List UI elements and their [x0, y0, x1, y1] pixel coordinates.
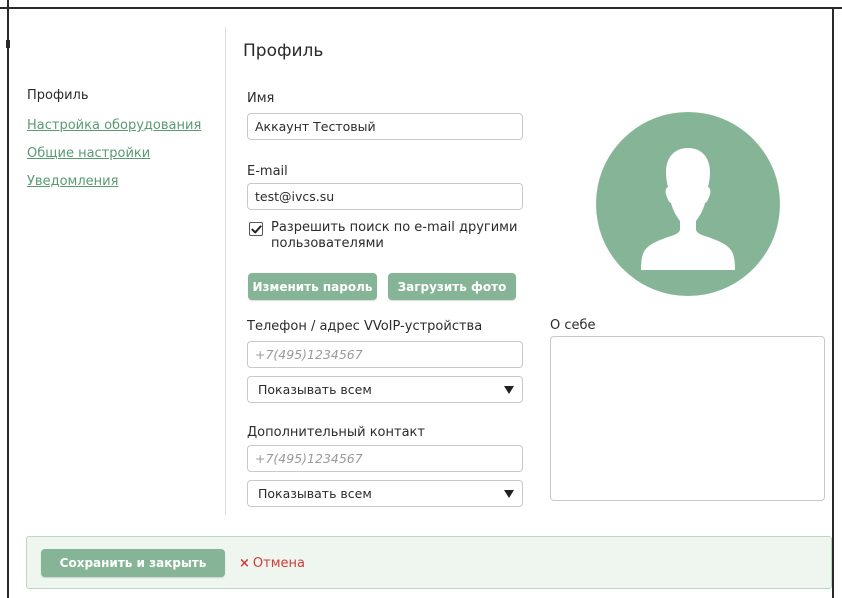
- caret-down-icon: [504, 490, 514, 498]
- sidebar-divider: [225, 27, 226, 515]
- name-label: Имя: [247, 91, 275, 106]
- close-icon: ×: [239, 556, 250, 571]
- extra-contact-label: Дополнительный контакт: [247, 425, 425, 440]
- window-border-top: [0, 7, 842, 9]
- extra-contact-input[interactable]: [247, 445, 523, 472]
- about-textarea[interactable]: [550, 336, 825, 501]
- phone-label: Телефон / адрес VVoIP-устройства: [247, 319, 483, 334]
- about-label: О себе: [550, 318, 596, 333]
- extra-contact-visibility-value: Показывать всем: [258, 486, 372, 501]
- cancel-link[interactable]: × Отмена: [239, 556, 305, 571]
- cancel-label: Отмена: [252, 556, 305, 571]
- check-icon: [250, 224, 262, 233]
- phone-visibility-select[interactable]: Показывать всем: [247, 376, 523, 403]
- phone-input[interactable]: [247, 341, 523, 368]
- avatar[interactable]: [596, 112, 780, 296]
- extra-contact-visibility-select[interactable]: Показывать всем: [247, 480, 523, 507]
- search-by-email-checkbox[interactable]: [249, 222, 263, 236]
- window-border-left: [7, 0, 9, 598]
- user-silhouette-icon: [641, 148, 735, 270]
- phone-visibility-value: Показывать всем: [258, 382, 372, 397]
- caret-down-icon: [504, 386, 514, 394]
- email-input[interactable]: [247, 183, 523, 210]
- page-title: Профиль: [243, 41, 324, 61]
- search-by-email-label: Разрешить поиск по e-mail другими пользо…: [271, 220, 518, 251]
- save-and-close-button[interactable]: Сохранить и закрыть: [41, 549, 225, 577]
- window-border-right: [832, 7, 834, 598]
- upload-photo-button[interactable]: Загрузить фото: [388, 273, 516, 300]
- window-border-mark: [6, 40, 10, 48]
- sidebar-item-profile[interactable]: Профиль: [27, 88, 89, 103]
- sidebar-item-equipment-settings[interactable]: Настройка оборудования: [27, 118, 201, 133]
- email-label: E-mail: [247, 164, 288, 179]
- name-input[interactable]: [247, 113, 523, 140]
- sidebar-item-general-settings[interactable]: Общие настройки: [27, 146, 150, 161]
- change-password-button[interactable]: Изменить пароль: [248, 273, 377, 300]
- sidebar-item-notifications[interactable]: Уведомления: [27, 174, 118, 189]
